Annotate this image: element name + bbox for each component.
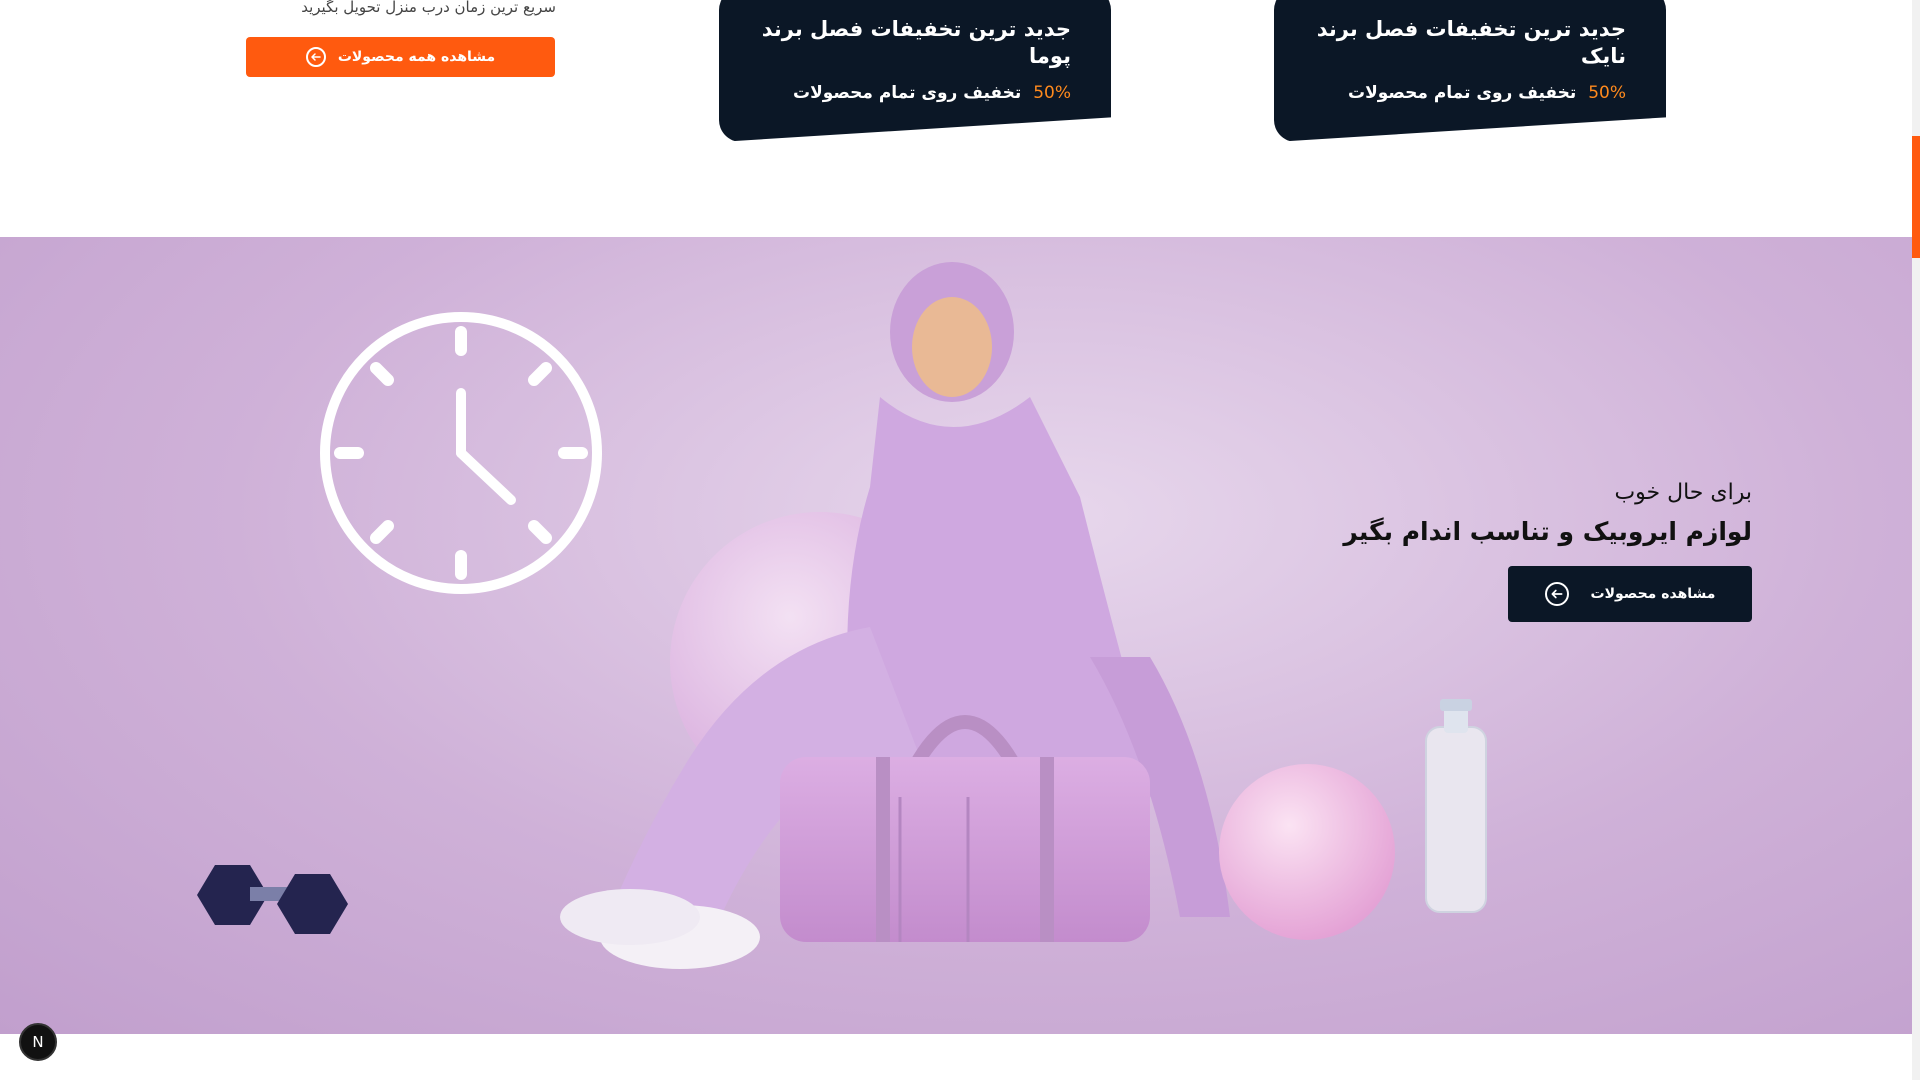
hero-kicker: برای حال خوب	[1614, 480, 1752, 505]
arrow-left-circle-icon	[1544, 582, 1569, 606]
hero-text: برای حال خوب لوازم ایروبیک و تناسب اندام…	[1343, 480, 1752, 546]
discount-percent: 50%	[1588, 82, 1626, 103]
view-products-label: مشاهده محصولات	[1590, 586, 1716, 602]
view-all-products-button[interactable]: مشاهده همه محصولات	[246, 37, 555, 77]
n-badge-button[interactable]: N	[19, 1023, 57, 1061]
discount-caption: تخفیف روی تمام محصولات	[792, 82, 1022, 103]
promo-subtitle: سریع ترین زمان درب منزل تحویل بگیرید	[301, 0, 556, 16]
view-all-products-label: مشاهده همه محصولات	[337, 49, 496, 65]
promo-card-nike[interactable]: جدید ترین تخفیفات فصل برند نایک 50% تخفی…	[1274, 0, 1666, 142]
promo-card-discount: 50% تخفیف روی تمام محصولات	[1314, 83, 1626, 103]
scrollbar-thumb[interactable]	[1912, 136, 1920, 258]
hero-illustration	[197, 262, 1487, 969]
hero-title: لوازم ایروبیک و تناسب اندام بگیر	[1343, 517, 1752, 546]
hero-banner: برای حال خوب لوازم ایروبیک و تناسب اندام…	[0, 237, 1912, 1034]
discount-percent: 50%	[1033, 82, 1071, 103]
page-scrollbar[interactable]	[1912, 0, 1920, 1080]
arrow-left-circle-icon	[305, 47, 326, 67]
view-products-button[interactable]: مشاهده محصولات	[1508, 566, 1752, 622]
promo-card-title: جدید ترین تخفیفات فصل برند نایک	[1316, 17, 1626, 69]
promo-card-title: جدید ترین تخفیفات فصل برند پوما	[761, 17, 1071, 69]
clock-icon	[320, 312, 602, 594]
n-badge-letter: N	[32, 1033, 44, 1051]
promo-card-discount: 50% تخفیف روی تمام محصولات	[759, 83, 1071, 103]
promo-card-puma[interactable]: جدید ترین تخفیفات فصل برند پوما 50% تخفی…	[719, 0, 1111, 142]
discount-caption: تخفیف روی تمام محصولات	[1347, 82, 1577, 103]
